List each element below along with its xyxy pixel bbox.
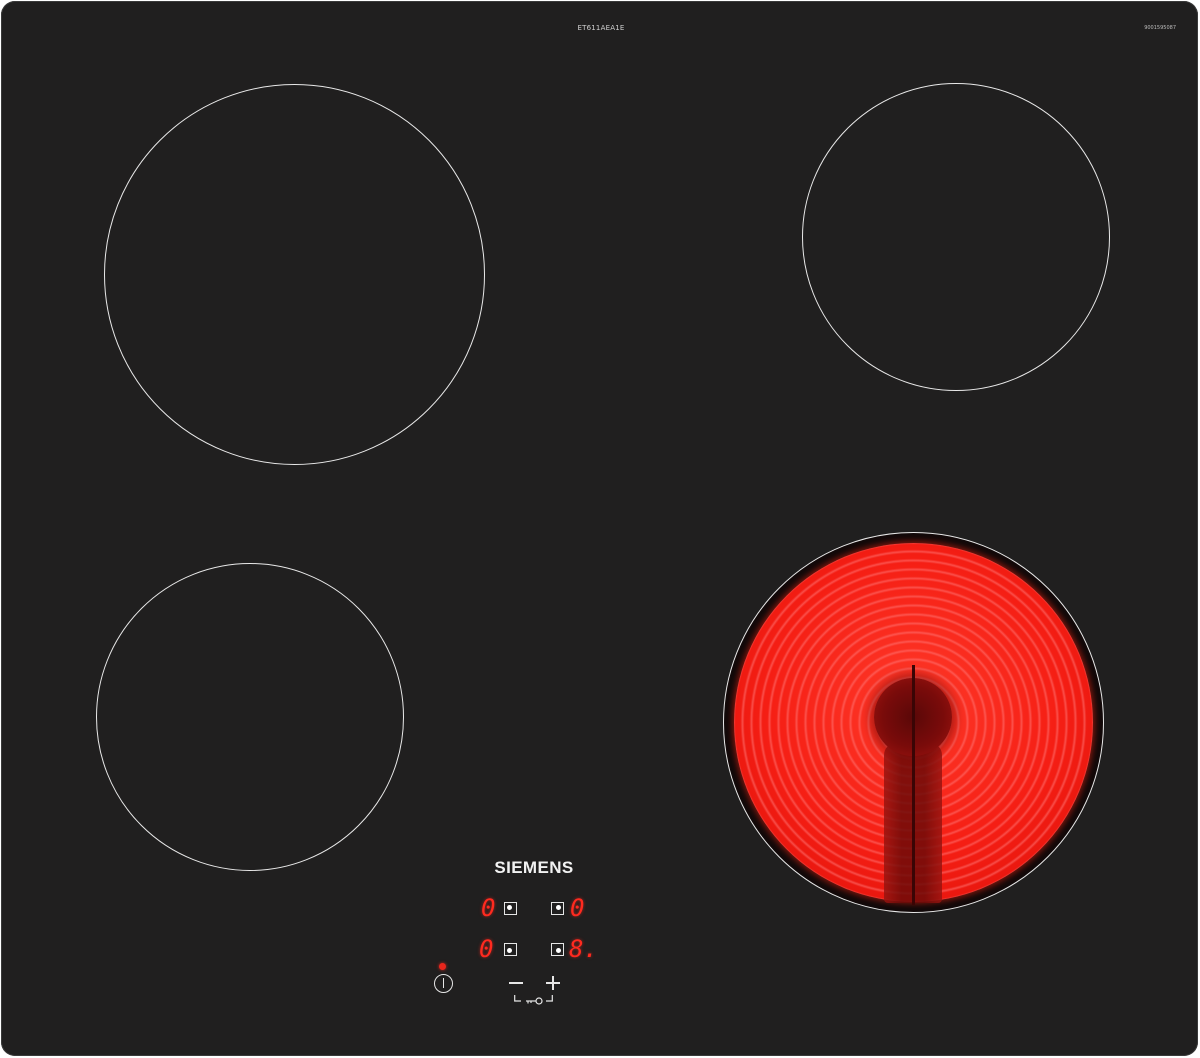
key-lock-icon [514, 995, 553, 1005]
zone-position-dot-icon [556, 905, 561, 910]
cooking-zone-back-right [802, 83, 1110, 391]
model-number: ET611AEA1E [577, 24, 625, 32]
heater-sensor-rod [912, 665, 915, 905]
zone-select-bottom-left[interactable] [504, 943, 517, 956]
plus-button[interactable] [542, 972, 564, 994]
cooking-zone-front-left [104, 84, 485, 465]
cooktop-surface: ET611AEA1E 9001595087 SIEMENS 0 0 0 8. [1, 1, 1198, 1056]
level-display-bottom-left: 0 [479, 935, 494, 963]
level-display-top-right: 0 [570, 894, 585, 922]
cooking-zone-rear-left [96, 563, 404, 871]
level-display-top-left: 0 [481, 894, 496, 922]
zone-position-dot-icon [556, 948, 561, 953]
zone-position-dot-icon [507, 948, 512, 953]
level-display-bottom-right: 8. [569, 935, 598, 963]
zone-select-bottom-right[interactable] [551, 943, 564, 956]
zone-select-top-right[interactable] [551, 902, 564, 915]
minus-icon [509, 982, 523, 984]
minus-button[interactable] [505, 972, 527, 994]
serial-number: 9001595087 [1144, 25, 1176, 31]
brand-logo: SIEMENS [494, 858, 574, 877]
zone-position-dot-icon [507, 905, 512, 910]
power-indicator-led [439, 963, 446, 970]
power-icon[interactable] [434, 974, 453, 993]
heating-element-glow [734, 543, 1093, 905]
cooking-zone-front-right-heating [723, 532, 1104, 913]
plus-icon [546, 976, 560, 990]
zone-select-top-left[interactable] [504, 902, 517, 915]
